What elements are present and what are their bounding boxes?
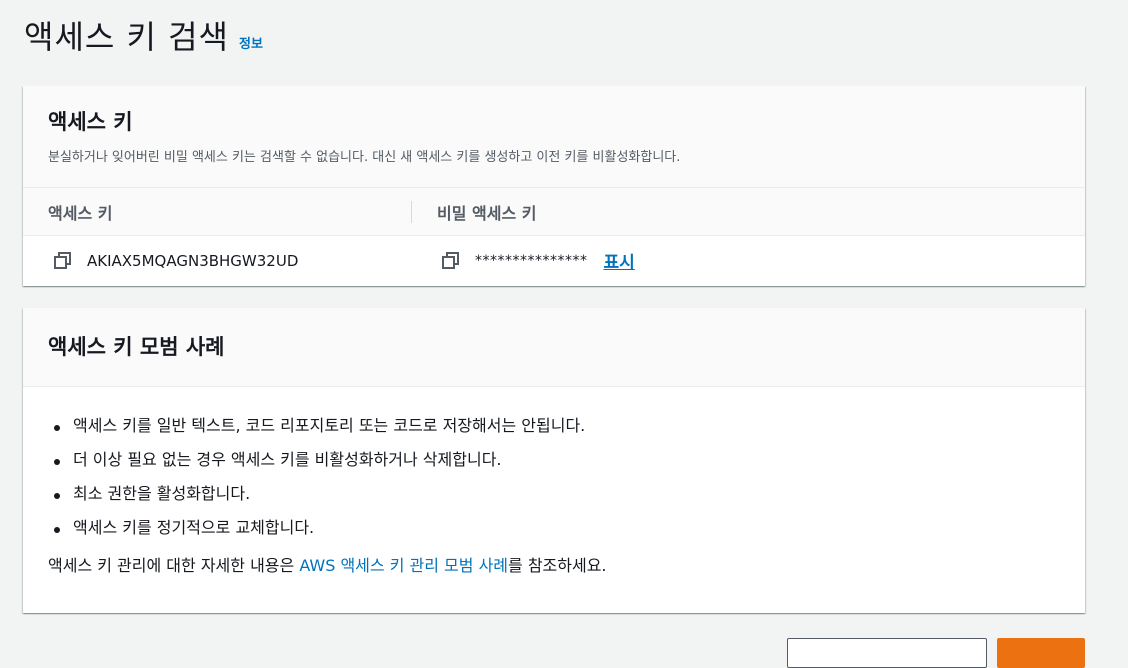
access-key-cell: AKIAX5MQAGN3BHGW32UD — [23, 251, 412, 271]
column-header-secret-access-key: 비밀 액세스 키 — [411, 200, 536, 223]
access-keys-card-header: 액세스 키 분실하거나 잊어버린 비밀 액세스 키는 검색할 수 없습니다. 대… — [23, 86, 1085, 188]
best-practices-card-title: 액세스 키 모범 사례 — [48, 335, 225, 359]
info-link[interactable]: 정보 — [239, 33, 263, 52]
access-key-id: AKIAX5MQAGN3BHGW32UD — [87, 251, 299, 270]
show-secret-link[interactable]: 표시 — [604, 248, 635, 273]
best-practices-card-body: 액세스 키를 일반 텍스트, 코드 리포지토리 또는 코드로 저장해서는 안됩니… — [23, 387, 1085, 581]
secret-access-key-cell: *************** 표시 — [412, 248, 635, 273]
list-item: 액세스 키를 일반 텍스트, 코드 리포지토리 또는 코드로 저장해서는 안됩니… — [48, 411, 1060, 445]
best-practices-list: 액세스 키를 일반 텍스트, 코드 리포지토리 또는 코드로 저장해서는 안됩니… — [48, 411, 1060, 547]
page-header: 액세스 키 검색 정보 — [24, 12, 263, 58]
list-item: 더 이상 필요 없는 경우 액세스 키를 비활성화하거나 삭제합니다. — [48, 445, 1060, 479]
access-keys-card: 액세스 키 분실하거나 잊어버린 비밀 액세스 키는 검색할 수 없습니다. 대… — [23, 86, 1085, 286]
best-practices-card-header: 액세스 키 모범 사례 — [23, 308, 1085, 387]
list-item: 액세스 키를 정기적으로 교체합니다. — [48, 513, 1060, 547]
footnote-prefix: 액세스 키 관리에 대한 자세한 내용은 — [48, 556, 300, 575]
access-keys-card-description: 분실하거나 잊어버린 비밀 액세스 키는 검색할 수 없습니다. 대신 새 액세… — [48, 150, 681, 165]
secondary-button[interactable] — [787, 638, 987, 668]
page-title: 액세스 키 검색 — [24, 18, 229, 56]
best-practices-card: 액세스 키 모범 사례 액세스 키를 일반 텍스트, 코드 리포지토리 또는 코… — [23, 308, 1085, 613]
access-keys-table-header: 액세스 키 비밀 액세스 키 — [23, 188, 1085, 236]
footnote-suffix: 를 참조하세요. — [508, 556, 607, 575]
column-header-access-key: 액세스 키 — [48, 203, 113, 223]
primary-button[interactable] — [997, 638, 1085, 668]
copy-icon[interactable] — [441, 251, 461, 271]
secret-access-key-masked: *************** — [475, 252, 588, 269]
access-keys-card-title: 액세스 키 — [48, 110, 133, 134]
copy-icon[interactable] — [53, 251, 73, 271]
table-row: AKIAX5MQAGN3BHGW32UD *************** 표시 — [23, 236, 1085, 285]
list-item: 최소 권한을 활성화합니다. — [48, 479, 1060, 513]
best-practices-footnote: 액세스 키 관리에 대한 자세한 내용은 AWS 액세스 키 관리 모범 사례를… — [48, 551, 1060, 581]
best-practices-doc-link[interactable]: AWS 액세스 키 관리 모범 사례 — [299, 556, 508, 575]
